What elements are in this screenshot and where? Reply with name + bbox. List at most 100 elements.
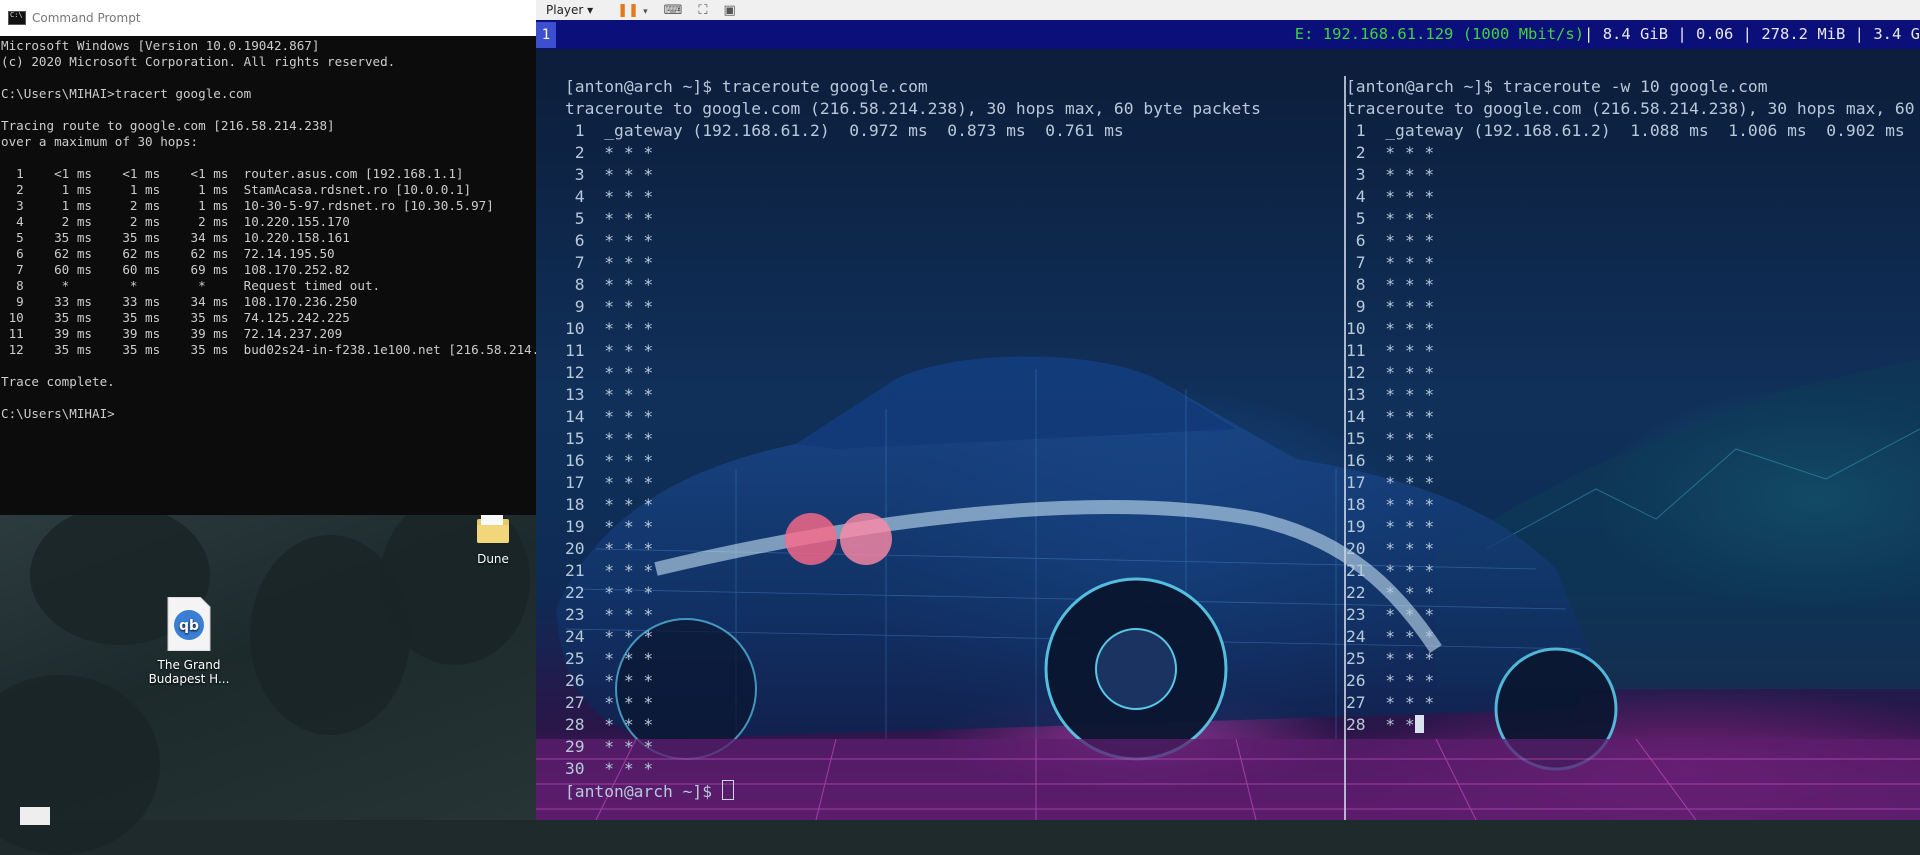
traceroute-hop: 26 * * * (1346, 671, 1435, 690)
traceroute-hop: 19 * * * (565, 517, 654, 536)
traceroute-hop: 21 * * * (565, 561, 654, 580)
traceroute-hop: 16 * * * (1346, 451, 1435, 470)
traceroute-hop: 19 * * * (1346, 517, 1435, 536)
terminal-command-line: [anton@arch ~]$ traceroute google.com (565, 77, 928, 96)
svg-text:qb: qb (179, 618, 199, 634)
vmware-toolbar: Player ▾ ❚❚ ▾ ⌨ ⛶ ▣ (536, 0, 1920, 20)
traceroute-hop: 13 * * * (1346, 385, 1435, 404)
traceroute-hop: 2 * * * (1346, 143, 1435, 162)
traceroute-hop: 21 * * * (1346, 561, 1435, 580)
traceroute-hop: 4 * * * (1346, 187, 1435, 206)
traceroute-hop: 27 * * * (1346, 693, 1435, 712)
traceroute-hop: 16 * * * (565, 451, 654, 470)
cmd-line: 3 1 ms 2 ms 1 ms 10-30-5-97.rdsnet.ro [1… (1, 198, 494, 213)
cmd-line: 2 1 ms 1 ms 1 ms StamAcasa.rdsnet.ro [10… (1, 182, 472, 197)
terminal-output-left[interactable]: [anton@arch ~]$ traceroute google.com tr… (565, 76, 1335, 803)
traceroute-hop: 28 * * * (565, 715, 654, 734)
player-menu[interactable]: Player ▾ (546, 3, 593, 17)
cmd-titlebar[interactable]: Command Prompt (0, 0, 536, 36)
terminal-pane-left[interactable]: [anton@arch ~]$ traceroute google.com tr… (565, 76, 1335, 803)
traceroute-hop: 25 * * * (1346, 649, 1435, 668)
traceroute-hop: 24 * * * (1346, 627, 1435, 646)
cmd-line: 9 33 ms 33 ms 34 ms 108.170.236.250 (1, 294, 358, 309)
traceroute-hop: 5 * * * (565, 209, 654, 228)
traceroute-hop: 11 * * * (1346, 341, 1435, 360)
traceroute-hop: 20 * * * (1346, 539, 1435, 558)
traceroute-hop: 28 * * (1346, 715, 1415, 734)
traceroute-hop: 14 * * * (1346, 407, 1435, 426)
traceroute-hop: 30 * * * (565, 759, 654, 778)
terminal-command-line: [anton@arch ~]$ traceroute -w 10 google.… (1346, 77, 1768, 96)
traceroute-header: traceroute to google.com (216.58.214.238… (1346, 99, 1915, 118)
cmd-line: 10 35 ms 35 ms 35 ms 74.125.242.225 (1, 310, 350, 325)
traceroute-hop: 1 _gateway (192.168.61.2) 1.088 ms 1.006… (1346, 121, 1905, 140)
cmd-line: over a maximum of 30 hops: (1, 134, 199, 149)
cmd-line: 7 60 ms 60 ms 69 ms 108.170.252.82 (1, 262, 350, 277)
command-prompt-window[interactable]: Command Prompt Microsoft Windows [Versio… (0, 0, 570, 515)
desktop-icon-dune[interactable]: Dune (448, 515, 538, 566)
traceroute-hop: 22 * * * (1346, 583, 1435, 602)
traceroute-hop: 22 * * * (565, 583, 654, 602)
cmd-app-icon (8, 11, 26, 25)
cmd-line: 1 <1 ms <1 ms <1 ms router.asus.com [192… (1, 166, 464, 181)
traceroute-hop: 26 * * * (565, 671, 654, 690)
traceroute-hop: 14 * * * (565, 407, 654, 426)
fit-window-icon[interactable]: ⛶ (698, 3, 707, 18)
cmd-line: 8 * * * Request timed out. (1, 278, 381, 293)
workspace-indicator[interactable]: 1 (536, 22, 556, 48)
traceroute-hop: 7 * * * (1346, 253, 1435, 272)
resource-stats: | 8.4 GiB | 0.06 | 278.2 MiB | 3.4 G (1584, 25, 1920, 43)
traceroute-hop: 25 * * * (565, 649, 654, 668)
network-status: E: 192.168.61.129 (1000 Mbit/s) (1294, 25, 1585, 43)
qbittorrent-file-icon: qb (144, 596, 234, 654)
traceroute-hop: 18 * * * (565, 495, 654, 514)
folder-icon (448, 515, 538, 548)
traceroute-hop: 24 * * * (565, 627, 654, 646)
terminal-prompt: [anton@arch ~]$ (565, 782, 722, 801)
cmd-line: C:\Users\MIHAI> (1, 406, 115, 421)
traceroute-hop: 5 * * * (1346, 209, 1435, 228)
terminal-cursor (1414, 715, 1424, 733)
system-stats: E: 192.168.61.129 (1000 Mbit/s)| 8.4 GiB… (1295, 25, 1920, 43)
terminal-output-right[interactable]: [anton@arch ~]$ traceroute -w 10 google.… (1346, 76, 1920, 736)
traceroute-hop: 23 * * * (1346, 605, 1435, 624)
cmd-line: C:\Users\MIHAI>tracert google.com (1, 86, 252, 101)
cmd-line: 12 35 ms 35 ms 35 ms bud02s24-in-f238.1e… (1, 342, 570, 357)
i3-statusbar: 1 E: 192.168.61.129 (1000 Mbit/s)| 8.4 G… (536, 20, 1920, 49)
cmd-line: Microsoft Windows [Version 10.0.19042.86… (1, 38, 320, 53)
traceroute-hop: 12 * * * (565, 363, 654, 382)
desktop-file-icon-partial[interactable] (20, 807, 50, 825)
cmd-line: 4 2 ms 2 ms 2 ms 10.220.155.170 (1, 214, 350, 229)
traceroute-hop: 9 * * * (1346, 297, 1435, 316)
traceroute-hop: 10 * * * (565, 319, 654, 338)
cmd-line: 6 62 ms 62 ms 62 ms 72.14.195.50 (1, 246, 335, 261)
traceroute-hop: 6 * * * (565, 231, 654, 250)
traceroute-hop: 8 * * * (565, 275, 654, 294)
traceroute-hop: 11 * * * (565, 341, 654, 360)
desktop-icon-label: The Grand Budapest H... (148, 658, 230, 686)
desktop-icon-label: Dune (477, 552, 509, 566)
traceroute-hop: 15 * * * (565, 429, 654, 448)
send-ctrl-alt-del-icon[interactable]: ⌨ (664, 3, 683, 18)
traceroute-hop: 17 * * * (1346, 473, 1435, 492)
cmd-line: Tracing route to google.com [216.58.214.… (1, 118, 335, 133)
traceroute-hop: 27 * * * (565, 693, 654, 712)
traceroute-hop: 4 * * * (565, 187, 654, 206)
traceroute-hop: 3 * * * (1346, 165, 1435, 184)
traceroute-hop: 18 * * * (1346, 495, 1435, 514)
traceroute-hop: 15 * * * (1346, 429, 1435, 448)
traceroute-hop: 20 * * * (565, 539, 654, 558)
cmd-console-output[interactable]: Microsoft Windows [Version 10.0.19042.86… (0, 36, 570, 422)
traceroute-hop: 2 * * * (565, 143, 654, 162)
terminal-pane-right[interactable]: [anton@arch ~]$ traceroute -w 10 google.… (1346, 76, 1920, 736)
desktop-background: Dune qb The Grand Budapest H... (0, 495, 538, 855)
traceroute-hop: 8 * * * (1346, 275, 1435, 294)
traceroute-hop: 7 * * * (565, 253, 654, 272)
traceroute-hop: 23 * * * (565, 605, 654, 624)
desktop-icon-grand-budapest[interactable]: qb The Grand Budapest H... (144, 596, 234, 686)
pause-icon[interactable]: ❚❚ ▾ (617, 3, 647, 18)
traceroute-hop: 29 * * * (565, 737, 654, 756)
traceroute-hop: 17 * * * (565, 473, 654, 492)
unity-icon[interactable]: ▣ (724, 3, 736, 18)
traceroute-header: traceroute to google.com (216.58.214.238… (565, 99, 1261, 118)
